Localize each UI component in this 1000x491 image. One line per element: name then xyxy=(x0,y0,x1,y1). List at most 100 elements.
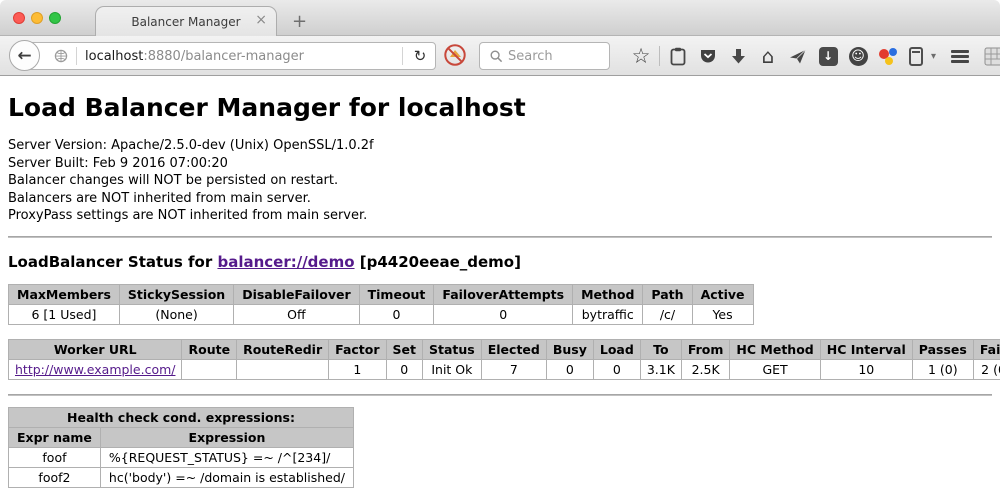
toolbar-separator xyxy=(659,46,660,66)
cell-path: /c/ xyxy=(643,304,692,324)
cell-fails: 2 (0) xyxy=(973,359,1000,379)
col-busy: Busy xyxy=(546,339,593,359)
cell-status: Init Ok xyxy=(423,359,482,379)
reload-icon[interactable]: ↻ xyxy=(405,47,435,65)
worker-url-link[interactable]: http://www.example.com/ xyxy=(15,362,175,377)
divider-rule xyxy=(8,394,992,396)
url-path: :8880/balancer-manager xyxy=(143,49,304,64)
col-hc-interval: HC Interval xyxy=(820,339,912,359)
cell-to: 3.1K xyxy=(640,359,681,379)
clipboard-icon[interactable] xyxy=(668,45,688,67)
urlbar-divider xyxy=(76,47,77,65)
col-expression: Expression xyxy=(100,427,353,447)
loadbalancer-status-heading: LoadBalancer Status for balancer://demo … xyxy=(8,253,992,271)
tab-close-icon[interactable]: × xyxy=(255,13,267,27)
titlebar: Balancer Manager × + xyxy=(0,0,1000,36)
col-routeredir: RouteRedir xyxy=(237,339,329,359)
col-status: Status xyxy=(423,339,482,359)
status-prefix: LoadBalancer Status for xyxy=(8,253,217,271)
table-header-row: Expr name Expression xyxy=(9,427,354,447)
search-input[interactable] xyxy=(508,49,598,64)
container-extension-icon[interactable] xyxy=(908,45,924,67)
cell-maxmembers: 6 [1 Used] xyxy=(9,304,120,324)
browser-window: Balancer Manager × + ← localhost:8880/ba… xyxy=(0,0,1000,491)
col-maxmembers: MaxMembers xyxy=(9,284,120,304)
col-elected: Elected xyxy=(481,339,546,359)
colored-dots-extension-icon[interactable] xyxy=(878,46,898,66)
tab-balancer-manager[interactable]: Balancer Manager × xyxy=(95,6,277,36)
col-load: Load xyxy=(593,339,640,359)
cell-hc-method: GET xyxy=(730,359,820,379)
col-fails: Fails xyxy=(973,339,1000,359)
table-row: 6 [1 Used] (None) Off 0 0 bytraffic /c/ … xyxy=(9,304,754,324)
col-method: Method xyxy=(573,284,643,304)
hc-table-title: Health check cond. expressions: xyxy=(9,407,354,427)
reload-area: ↻ xyxy=(400,43,435,69)
navigation-toolbar: ← localhost:8880/balancer-manager ↻ xyxy=(0,36,1000,76)
video-download-arrow: ↓ xyxy=(819,47,838,66)
cell-expr-name: foof xyxy=(9,447,101,467)
col-expr-name: Expr name xyxy=(9,427,101,447)
col-from: From xyxy=(681,339,730,359)
cell-set: 0 xyxy=(386,359,422,379)
cell-busy: 0 xyxy=(546,359,593,379)
cell-expression: hc('body') =~ /domain is established/ xyxy=(100,467,353,487)
globe-icon xyxy=(53,45,68,67)
url-text: localhost:8880/balancer-manager xyxy=(85,49,304,64)
cell-expression: %{REQUEST_STATUS} =~ /^[234]/ xyxy=(100,447,353,467)
col-passes: Passes xyxy=(912,339,973,359)
divider-rule xyxy=(8,236,992,238)
table-grid-extension-icon[interactable] xyxy=(983,45,1000,67)
smiley-extension-icon[interactable]: ☺ xyxy=(848,45,868,67)
table-row: http://www.example.com/ 1 0 Init Ok 7 0 … xyxy=(9,359,1000,379)
cell-routeredir xyxy=(237,359,329,379)
cell-timeout: 0 xyxy=(359,304,434,324)
cell-hc-interval: 10 xyxy=(820,359,912,379)
reload-divider xyxy=(402,47,403,65)
balancer-demo-link[interactable]: balancer://demo xyxy=(217,253,354,271)
table-row: foof2 hc('body') =~ /domain is establish… xyxy=(9,467,354,487)
home-icon[interactable]: ⌂ xyxy=(758,45,778,67)
close-window-button[interactable] xyxy=(13,12,25,24)
cell-worker-url: http://www.example.com/ xyxy=(9,359,182,379)
col-to: To xyxy=(640,339,681,359)
cell-passes: 1 (0) xyxy=(912,359,973,379)
col-active: Active xyxy=(692,284,753,304)
chevron-down-icon[interactable]: ▾ xyxy=(931,51,936,62)
video-download-icon[interactable]: ↓ xyxy=(818,45,838,67)
back-button[interactable]: ← xyxy=(9,40,40,71)
blocked-plugin-icon[interactable] xyxy=(443,43,467,71)
download-arrow-icon[interactable] xyxy=(728,45,748,67)
zoom-window-button[interactable] xyxy=(49,12,61,24)
col-timeout: Timeout xyxy=(359,284,434,304)
menu-hamburger-icon[interactable] xyxy=(950,45,970,67)
server-built-line: Server Built: Feb 9 2016 07:00:20 xyxy=(8,155,992,173)
new-tab-button[interactable]: + xyxy=(292,11,307,32)
worker-table: Worker URL Route RouteRedir Factor Set S… xyxy=(8,339,1000,380)
cell-from: 2.5K xyxy=(681,359,730,379)
persist-notice-line: Balancer changes will NOT be persisted o… xyxy=(8,172,992,190)
bookmark-star-icon[interactable]: ☆ xyxy=(631,45,651,67)
col-worker-url: Worker URL xyxy=(9,339,182,359)
proxypass-notice-line: ProxyPass settings are NOT inherited fro… xyxy=(8,207,992,225)
server-info: Server Version: Apache/2.5.0-dev (Unix) … xyxy=(8,137,992,225)
health-check-table: Health check cond. expressions: Expr nam… xyxy=(8,407,354,488)
toolbar-icons: ☆ ⌂ ↓ ☺ ▾ xyxy=(626,42,1000,70)
send-plane-icon[interactable] xyxy=(788,45,808,67)
cell-method: bytraffic xyxy=(573,304,643,324)
cell-factor: 1 xyxy=(329,359,386,379)
page-title: Load Balancer Manager for localhost xyxy=(8,93,992,122)
pocket-icon[interactable] xyxy=(698,45,718,67)
minimize-window-button[interactable] xyxy=(31,12,43,24)
col-disablefailover: DisableFailover xyxy=(234,284,359,304)
search-bar[interactable] xyxy=(479,42,610,70)
back-icon: ← xyxy=(17,46,31,66)
table-row: foof %{REQUEST_STATUS} =~ /^[234]/ xyxy=(9,447,354,467)
status-suffix: [p4420eeae_demo] xyxy=(355,253,521,271)
inherit-notice-line: Balancers are NOT inherited from main se… xyxy=(8,190,992,208)
cell-disablefailover: Off xyxy=(234,304,359,324)
table-header-row: MaxMembers StickySession DisableFailover… xyxy=(9,284,754,304)
url-bar[interactable]: localhost:8880/balancer-manager ↻ xyxy=(25,42,436,70)
balancer-settings-table: MaxMembers StickySession DisableFailover… xyxy=(8,284,754,325)
smiley-face: ☺ xyxy=(849,47,868,66)
